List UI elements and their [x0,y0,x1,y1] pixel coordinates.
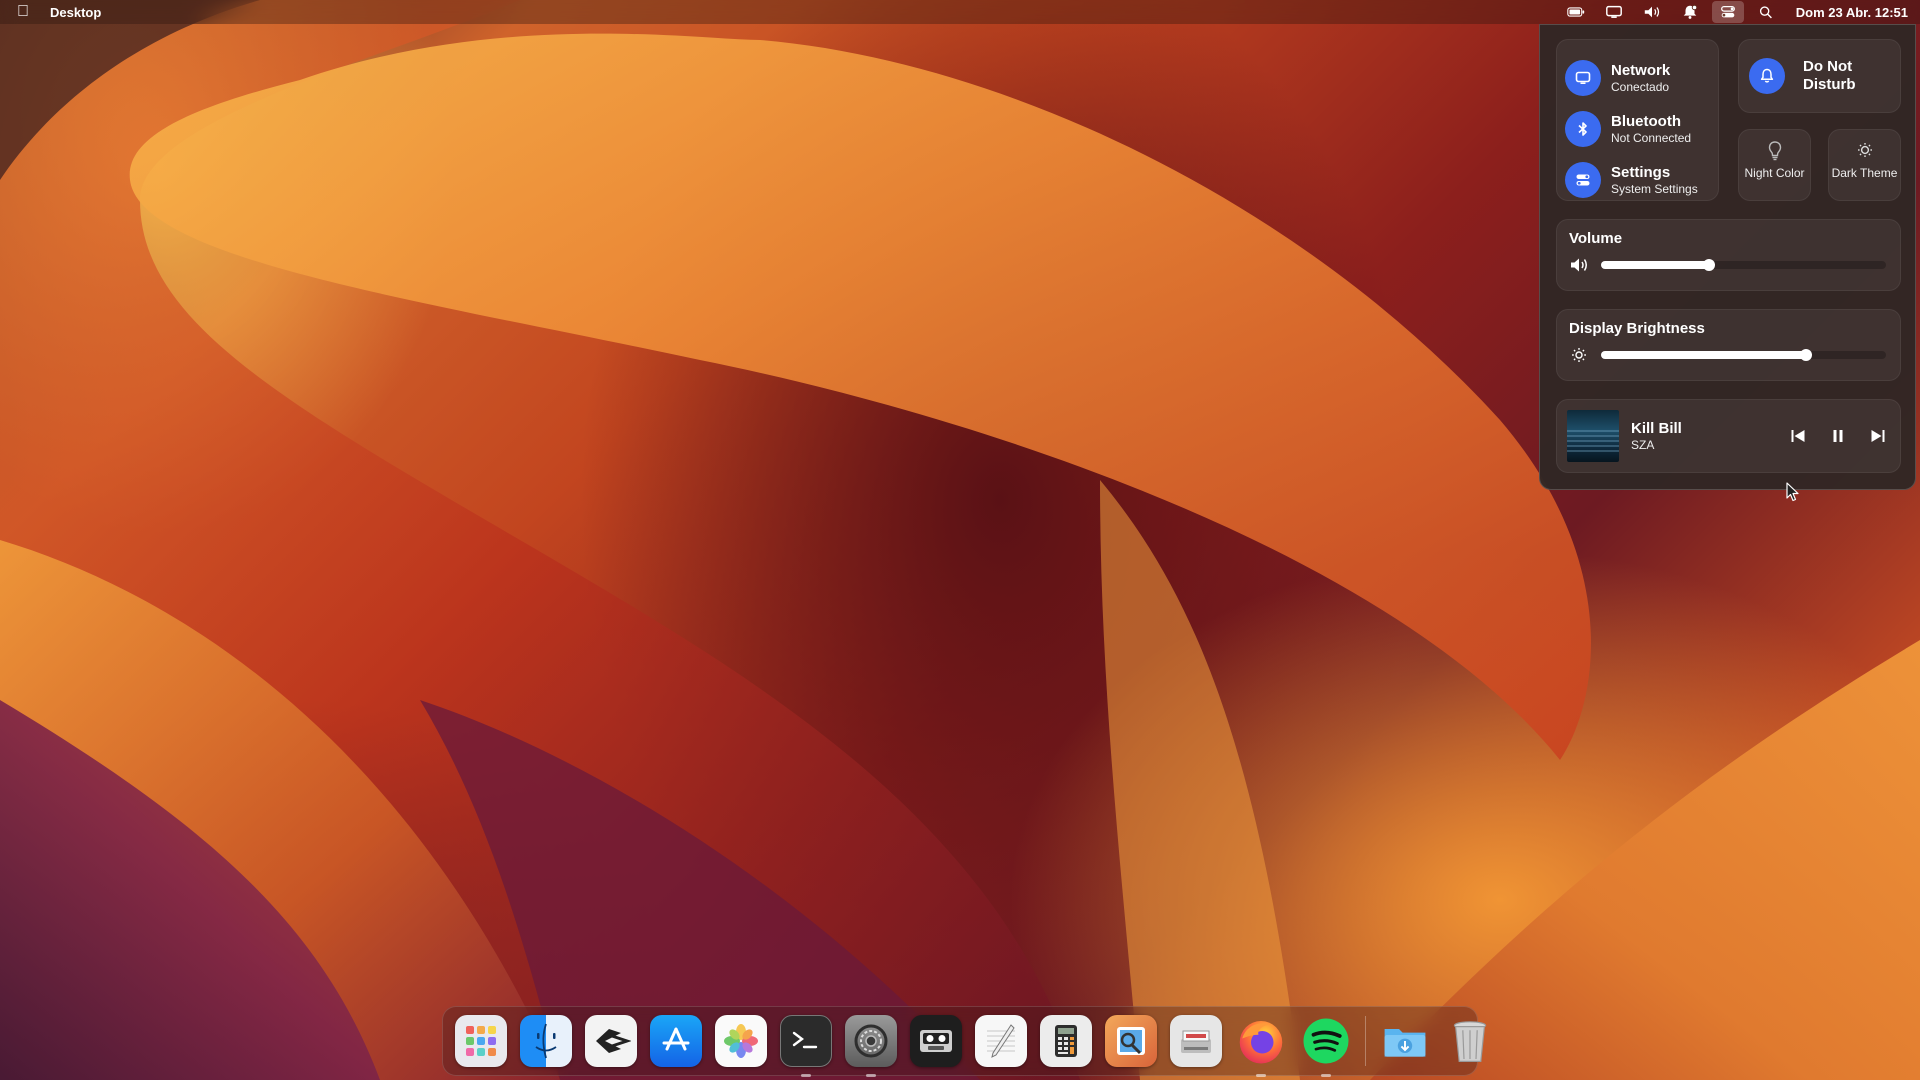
calculator-icon [1055,1025,1077,1057]
dock-item-launchpad[interactable] [455,1015,507,1067]
running-indicator [866,1074,876,1077]
search-icon[interactable] [1750,1,1782,23]
notification-bell-icon[interactable] [1674,1,1706,23]
dock [442,1006,1487,1077]
now-playing-widget: Kill Bill SZA [1556,399,1901,473]
bluetooth-toggle[interactable]: Bluetooth Not Connected [1565,103,1718,154]
night-color-label: Night Color [1744,166,1805,180]
battery-icon[interactable] [1560,1,1592,23]
cassette-icon [920,1030,952,1052]
bluetooth-title: Bluetooth [1611,112,1681,130]
dock-item-image-viewer[interactable] [1105,1015,1157,1067]
active-app-name[interactable]: Desktop [50,5,101,20]
control-center-icon[interactable] [1711,1,1744,23]
photos-icon [724,1024,758,1058]
bluetooth-icon[interactable] [1565,110,1601,147]
do-not-disturb-toggle[interactable]: Do Not Disturb [1738,39,1901,113]
next-track-button[interactable] [1866,424,1890,448]
dock-item-terminal[interactable] [780,1015,832,1077]
bluetooth-status: Not Connected [1611,130,1692,145]
dock-item-spotify[interactable] [1300,1015,1352,1077]
skip-forward-icon [1871,430,1885,442]
brightness-title: Display Brightness [1569,320,1705,337]
firefox-icon [1239,1021,1283,1064]
volume-icon[interactable] [1636,1,1668,23]
downloads-folder-icon [1384,1029,1426,1057]
volume-title: Volume [1569,230,1623,247]
sun-icon [1857,143,1872,157]
running-indicator [801,1074,811,1077]
volume-slider[interactable] [1601,259,1886,271]
dock-item-downloads-folder[interactable] [1379,1015,1431,1067]
control-center-panel: Network Conectado Bluetooth Not Connecte… [1539,24,1916,490]
volume-control: Volume [1556,219,1901,291]
speaker-icon[interactable] [1569,256,1589,274]
settings-shortcut[interactable]: Settings System Settings [1565,154,1718,205]
dock-item-calculator[interactable] [1040,1015,1092,1067]
dock-item-text-editor[interactable] [975,1015,1027,1067]
dock-item-trash[interactable] [1444,1015,1496,1067]
brightness-icon[interactable] [1569,346,1589,364]
trash-icon [1453,1021,1487,1062]
dock-item-code-editor[interactable] [585,1015,637,1067]
album-art[interactable] [1567,410,1619,462]
track-title: Kill Bill [1631,420,1682,437]
menu-bar-clock[interactable]: Dom 23 Abr. 12:51 [1796,5,1910,20]
pause-icon [1833,430,1843,442]
dark-theme-toggle[interactable]: Dark Theme [1828,129,1901,201]
settings-subtitle: System Settings [1611,181,1698,196]
terminal-icon [792,1031,818,1049]
brightness-slider-knob[interactable] [1800,349,1813,361]
running-indicator [1256,1074,1266,1077]
toggles-icon[interactable] [1565,161,1601,198]
dark-theme-label: Dark Theme [1831,166,1898,180]
volume-slider-knob[interactable] [1703,259,1716,271]
monitor-icon[interactable] [1565,59,1601,96]
lightbulb-icon [1768,141,1781,161]
track-artist: SZA [1631,438,1655,452]
scanner-icon [1181,1030,1211,1053]
bell-icon[interactable] [1749,58,1785,94]
menu-bar:  Desktop Dom 23 Abr. 12:51 [0,0,1920,24]
pause-button[interactable] [1826,424,1850,448]
dock-item-photos[interactable] [715,1015,767,1067]
app-store-icon [662,1027,690,1051]
dock-item-finder[interactable] [520,1015,572,1067]
settings-title: Settings [1611,163,1671,181]
brightness-control: Display Brightness [1556,309,1901,381]
spotify-icon [1303,1018,1349,1064]
gear-icon [854,1024,888,1058]
skip-back-icon [1791,430,1805,442]
network-status: Conectado [1611,79,1670,94]
dock-separator [1365,1016,1366,1066]
dock-item-system-settings[interactable] [845,1015,897,1077]
previous-track-button[interactable] [1786,424,1810,448]
mouse-cursor-icon [1786,482,1799,502]
display-icon[interactable] [1598,1,1630,23]
running-indicator [1321,1074,1331,1077]
network-title: Network [1611,61,1671,79]
code-editor-icon [596,1029,631,1053]
dock-item-cassette-player[interactable] [910,1015,962,1067]
launchpad-icon [466,1026,496,1056]
image-viewer-icon [1117,1027,1145,1055]
dock-item-scanner[interactable] [1170,1015,1222,1067]
dock-item-app-store[interactable] [650,1015,702,1067]
dock-item-firefox[interactable] [1235,1015,1287,1077]
brightness-slider[interactable] [1601,349,1886,361]
volume-slider-fill [1601,261,1710,269]
do-not-disturb-label: Do Not Disturb [1803,58,1856,93]
finder-icon [535,1023,557,1059]
network-toggle[interactable]: Network Conectado [1565,52,1718,103]
apple-logo-icon[interactable]:  [14,3,32,21]
text-editor-icon [987,1024,1015,1058]
connectivity-tile: Network Conectado Bluetooth Not Connecte… [1556,39,1719,201]
brightness-slider-fill [1601,351,1807,359]
night-color-toggle[interactable]: Night Color [1738,129,1811,201]
